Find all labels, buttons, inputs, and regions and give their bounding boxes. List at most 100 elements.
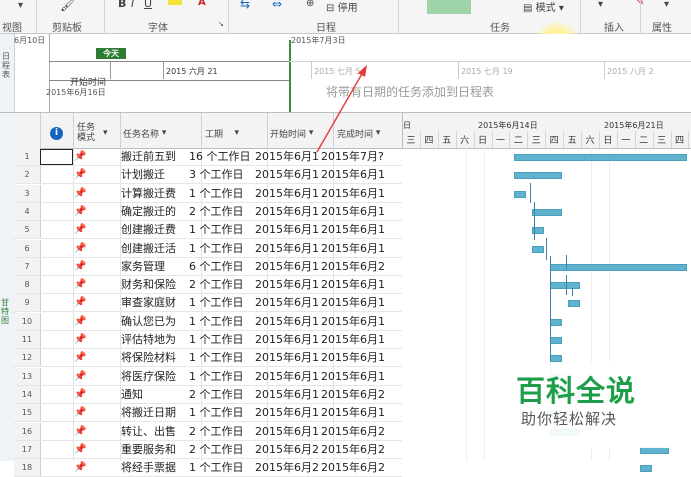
link-icon[interactable]: ⇔ [272, 0, 282, 11]
mode-label: 模式 [535, 3, 556, 14]
ribbon-separator [104, 0, 105, 33]
row-number[interactable]: 2 [14, 166, 41, 184]
duration-cell: 1 个工作日 [189, 186, 244, 200]
row-number[interactable]: 12 [14, 349, 41, 367]
table-row[interactable]: 16 📌 转让、出售 2 个工作日 2015年6月1 2015年6月2 [14, 422, 402, 441]
header-separator [267, 113, 268, 148]
timeline-current-marker [289, 40, 291, 112]
row-number[interactable]: 16 [14, 422, 41, 440]
bold-icon[interactable]: B [118, 0, 126, 10]
table-row[interactable]: 13 📌 将医疗保险 1 个工作日 2015年6月1 2015年6月1 [14, 367, 402, 386]
row-number[interactable]: 9 [14, 294, 41, 312]
gantt-task-bar[interactable] [550, 263, 688, 271]
table-row[interactable]: 17 📌 重要服务和 2 个工作日 2015年6月2 2015年6月2 [14, 440, 402, 459]
table-row[interactable]: 5 📌 创建搬迁费 1 个工作日 2015年6月1 2015年6月1 [14, 221, 402, 240]
row-number[interactable]: 7 [14, 257, 41, 275]
column-header-name[interactable]: 任务名称 ▾ [123, 118, 166, 148]
task-name-cell: 财务和保险 [121, 278, 176, 292]
task-mode-pin-icon: 📌 [74, 205, 87, 217]
duration-cell: 6 个工作日 [189, 259, 244, 273]
gantt-task-bar[interactable] [514, 172, 563, 180]
highlight-color-icon[interactable] [168, 0, 182, 5]
gantt-task-bar[interactable] [514, 190, 527, 198]
task-mode-pin-icon: 📌 [74, 187, 87, 199]
gantt-day-label: 三 [531, 136, 541, 146]
column-header-finish-label: 完成时间 [337, 129, 374, 140]
row-number[interactable]: 11 [14, 331, 41, 348]
timeline-date: 2015 七月 5 [314, 67, 361, 76]
task-style-swatch[interactable] [427, 0, 471, 14]
format-painter-icon[interactable]: 🖌 [60, 0, 75, 12]
mode-dropdown[interactable]: ▤ 模式 ▾ [523, 0, 564, 14]
italic-icon[interactable]: I [131, 0, 134, 10]
stop-button[interactable]: ⊟ 停用 [326, 0, 358, 14]
row-number[interactable]: 10 [14, 312, 41, 330]
row-number[interactable]: 6 [14, 239, 41, 257]
row-number[interactable]: 8 [14, 276, 41, 294]
table-row[interactable]: 10 📌 确认您已为 1 个工作日 2015年6月1 2015年6月1 [14, 312, 402, 331]
column-header-start[interactable]: 开始时间 ▾ [270, 118, 313, 148]
table-row[interactable]: 3 📌 计算搬迁费 1 个工作日 2015年6月1 2015年6月1 [14, 184, 402, 203]
respect-links-icon[interactable]: ⊕ [306, 0, 314, 9]
underline-icon[interactable]: U [144, 0, 152, 10]
start-date-cell: 2015年6月1 [255, 204, 319, 218]
gantt-day-label: 一 [495, 136, 505, 146]
table-row[interactable]: 15 📌 将搬迁日期 1 个工作日 2015年6月1 2015年6月1 [14, 404, 402, 423]
start-date-cell: 2015年6月1 [255, 278, 319, 292]
task-mode-pin-icon: 📌 [74, 370, 87, 382]
table-row[interactable]: 18 📌 将经手票据 1 个工作日 2015年6月2 2015年6月2 [14, 459, 402, 477]
row-number[interactable]: 5 [14, 221, 41, 239]
info-icon[interactable]: i [50, 127, 63, 140]
more-dropdown-icon[interactable]: ▾ [664, 0, 669, 10]
timeline-tick [458, 61, 459, 79]
column-header-mode[interactable]: 任务模式 ▾ [77, 118, 117, 148]
finish-date-cell: 2015年6月1 [321, 351, 385, 365]
table-row[interactable]: 7 📌 家务管理 6 个工作日 2015年6月1 2015年6月2 [14, 257, 402, 276]
row-number[interactable]: 17 [14, 440, 41, 458]
start-date-cell: 2015年6月1 [255, 387, 319, 401]
gantt-task-bar[interactable] [532, 208, 563, 216]
gantt-task-bar[interactable] [514, 154, 688, 161]
insert-dropdown-icon[interactable]: ▾ [598, 0, 603, 10]
task-mode-pin-icon: 📌 [74, 224, 87, 236]
gantt-task-bar[interactable] [550, 337, 563, 344]
row-number[interactable]: 13 [14, 367, 41, 385]
table-row[interactable]: 8 📌 财务和保险 2 个工作日 2015年6月1 2015年6月1 [14, 276, 402, 295]
group-label-properties: 属性 [652, 23, 672, 34]
row-number[interactable]: 3 [14, 184, 41, 202]
table-row[interactable]: 2 📌 计划搬迁 3 个工作日 2015年6月1 2015年6月1 [14, 166, 402, 185]
table-row[interactable]: 11 📌 评估特地为 1 个工作日 2015年6月1 2015年6月1 [14, 331, 402, 349]
gantt-task-bar[interactable] [639, 465, 652, 473]
row-number[interactable]: 18 [14, 459, 41, 477]
start-date-cell: 2015年6月1 [255, 168, 319, 182]
table-row[interactable]: 4 📌 确定搬迁的 2 个工作日 2015年6月1 2015年6月1 [14, 202, 402, 221]
row-number[interactable]: 14 [14, 385, 41, 403]
finish-date-cell: 2015年6月2 [321, 442, 385, 456]
gantt-day-label: 五 [567, 136, 577, 146]
table-row[interactable]: 14 📌 通知 2 个工作日 2015年6月1 2015年6月2 [14, 385, 402, 404]
row-number[interactable]: 4 [14, 202, 41, 220]
gantt-day-label: 三 [657, 136, 667, 146]
gantt-task-bar[interactable] [532, 245, 545, 253]
ribbon-dropdown-icon[interactable]: ▾ [18, 0, 23, 11]
gantt-task-bar[interactable] [568, 300, 580, 308]
table-row[interactable]: 9 📌 审查家庭财 1 个工作日 2015年6月1 2015年6月1 [14, 294, 402, 313]
row-number[interactable]: 15 [14, 404, 41, 422]
view-bar[interactable] [0, 113, 15, 461]
row-number[interactable]: 1 [14, 148, 41, 165]
font-color-icon[interactable]: A [198, 0, 206, 8]
indent-icon[interactable]: ⇆ [240, 0, 250, 11]
table-row[interactable]: 6 📌 创建搬迁活 1 个工作日 2015年6月1 2015年6月1 [14, 239, 402, 258]
font-dialog-launcher-icon[interactable]: ↘ [218, 20, 224, 28]
task-name-cell: 将医疗保险 [121, 369, 176, 383]
group-label-task: 任务 [490, 23, 510, 34]
column-header-duration[interactable]: 工期 ▾ [205, 118, 239, 148]
ribbon-separator [36, 0, 37, 33]
column-header-finish[interactable]: 完成时间 ▾ [337, 118, 380, 148]
table-row[interactable]: 12 📌 将保险材料 1 个工作日 2015年6月1 2015年6月1 [14, 349, 402, 368]
ribbon-separator [228, 0, 229, 33]
task-name-cell: 审查家庭财 [121, 296, 176, 310]
gantt-task-bar[interactable] [550, 318, 563, 326]
gantt-day-label: 四 [674, 136, 684, 146]
selected-cell[interactable] [40, 149, 73, 165]
